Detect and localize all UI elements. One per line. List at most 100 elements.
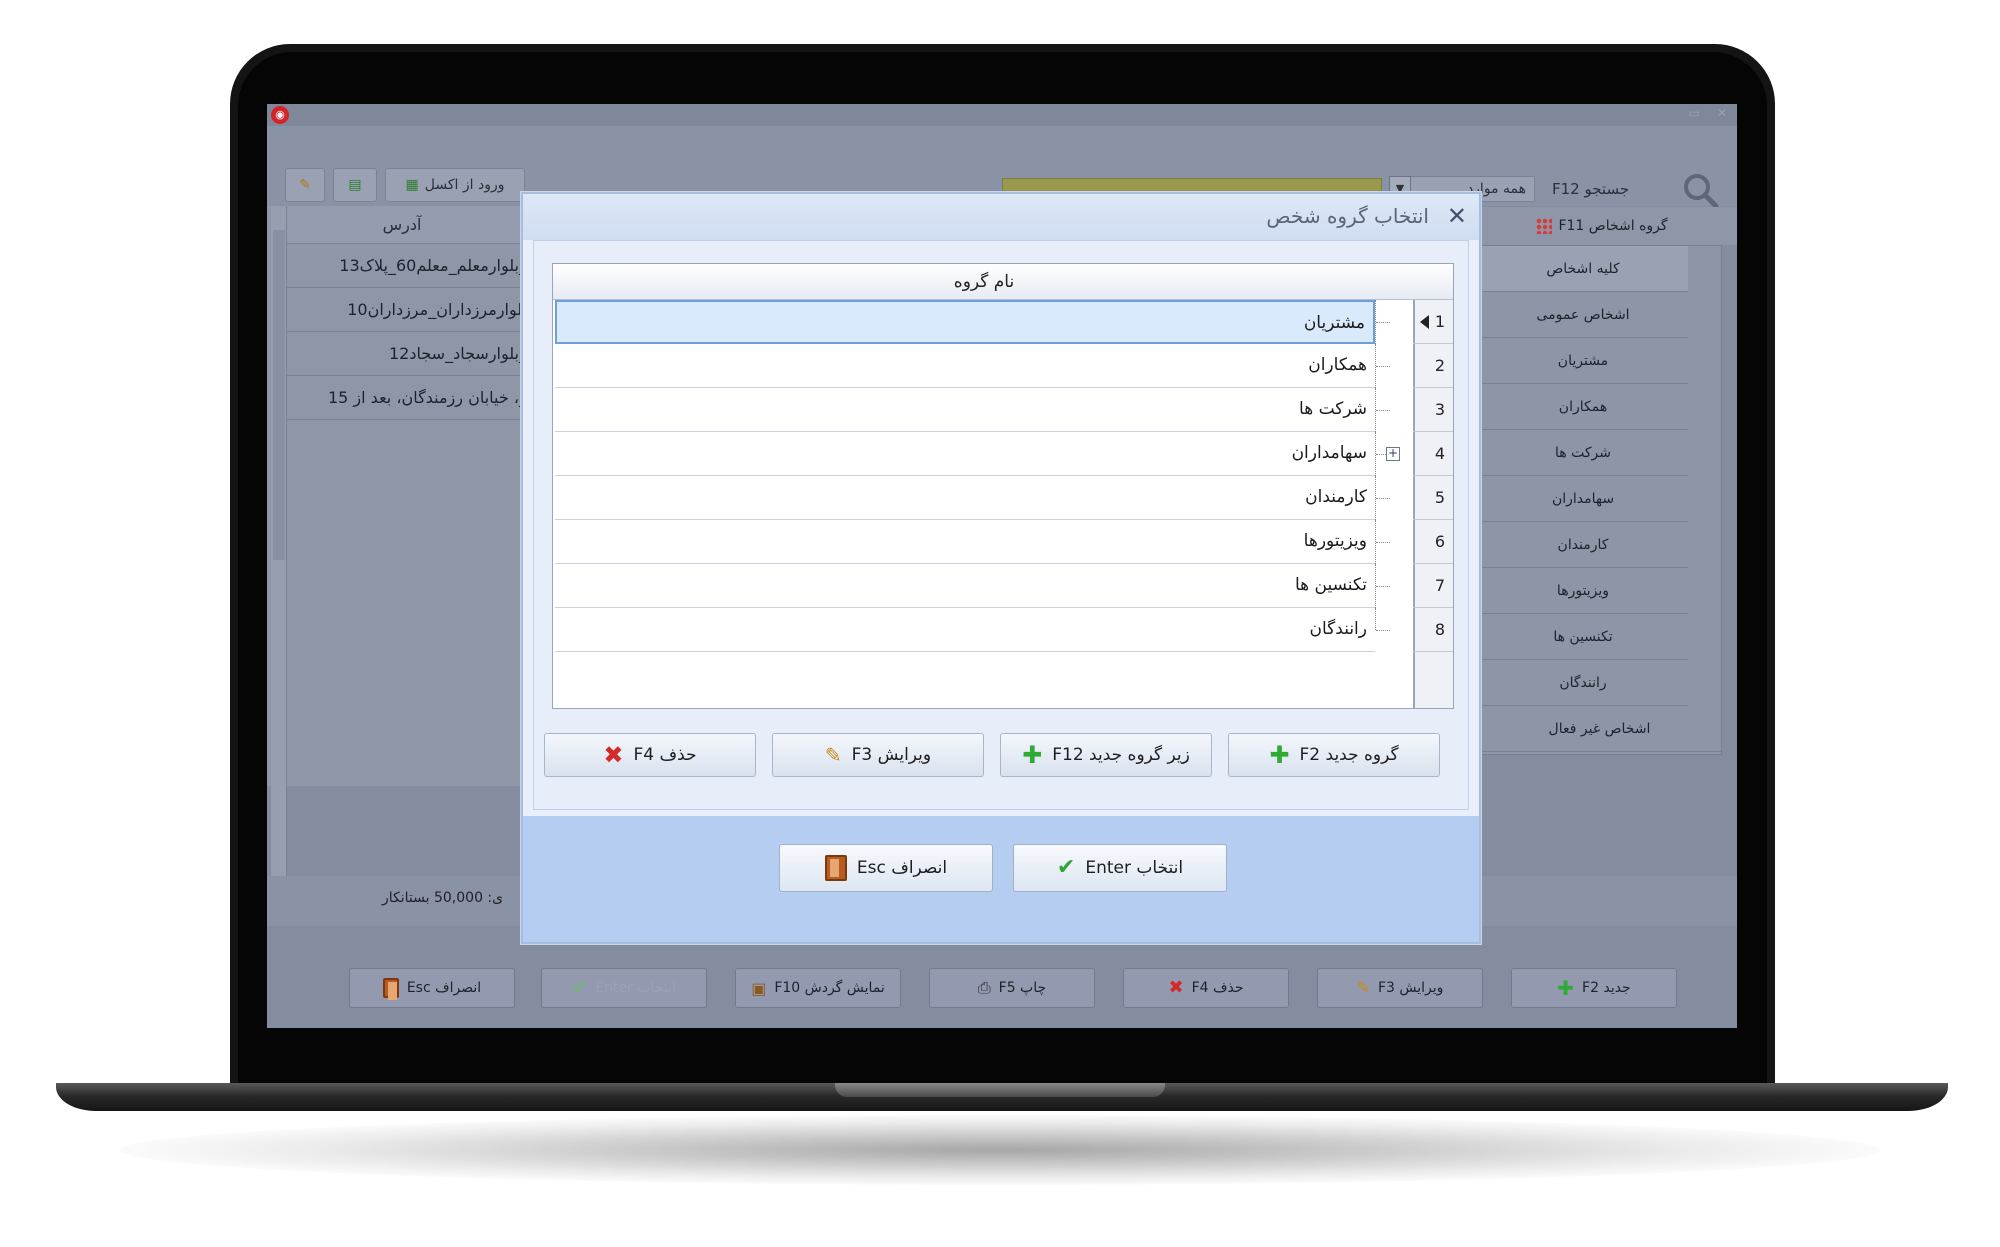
- exit-door-icon: [824, 855, 847, 881]
- tree-row-selected[interactable]: مشتریان: [555, 300, 1375, 344]
- exit-door-icon: [382, 978, 399, 1000]
- group-item[interactable]: سهامداران: [1478, 476, 1688, 522]
- dialog-footer: انتخاب Enter ✔ انصراف Esc: [523, 816, 1479, 942]
- group-item[interactable]: رانندگان: [1478, 660, 1688, 706]
- edit-person-button[interactable]: ویرایش F3 ✎: [1317, 968, 1483, 1008]
- cancel-button[interactable]: انصراف Esc: [349, 968, 515, 1008]
- row-number[interactable]: 3: [1413, 388, 1453, 432]
- dialog-body: نام گروه 1 2 3 4 5 6 7 8 مشتریان همکاران: [533, 240, 1469, 810]
- tools-icon: ✎: [299, 177, 311, 193]
- cancel-dialog-button[interactable]: انصراف Esc: [779, 844, 993, 892]
- select-group-button[interactable]: انتخاب Enter ✔: [1013, 844, 1227, 892]
- address-cell: _، خیابان رزمندگان، بعد از 15: [327, 388, 527, 407]
- turnover-icon: ▣: [751, 978, 767, 998]
- group-item[interactable]: مشتریان: [1478, 338, 1688, 384]
- dots-grid-icon: [1536, 218, 1553, 234]
- tools-button[interactable]: ✎: [285, 168, 325, 202]
- pencil-icon: ✎: [1356, 978, 1370, 997]
- row-number[interactable]: 2: [1413, 344, 1453, 388]
- group-name-column-header[interactable]: نام گروه: [553, 264, 1415, 300]
- close-icon[interactable]: ✕: [1447, 202, 1467, 230]
- edit-group-label: ویرایش F3: [851, 745, 932, 765]
- address-cell: _بلوارسجاد_سجاد12: [388, 344, 527, 363]
- excel-import-button[interactable]: ورود از اکسل ▦: [385, 168, 525, 202]
- edit-group-button[interactable]: ویرایش F3 ✎: [772, 733, 984, 777]
- edit-label: ویرایش F3: [1377, 980, 1444, 996]
- laptop-shadow: [120, 1115, 1880, 1185]
- tree-row[interactable]: تکنسین ها: [555, 564, 1375, 608]
- delete-person-button[interactable]: حذف F4 ✖: [1123, 968, 1289, 1008]
- dialog-title: انتخاب گروه شخص: [1266, 204, 1429, 228]
- new-group-label: گروه جدید F2: [1299, 745, 1399, 765]
- print-label: چاپ F5: [998, 980, 1047, 996]
- row-number[interactable]: 8: [1413, 608, 1453, 652]
- delete-label: حذف F4: [1191, 980, 1244, 996]
- show-turnover-button[interactable]: نمایش گردش F10 ▣: [735, 968, 901, 1008]
- pencil-icon: ✎: [824, 743, 842, 767]
- balance-summary: ی: 50,000 بستانکار: [382, 890, 504, 906]
- tree-connector: [1375, 300, 1395, 344]
- export-icon: ▤: [348, 177, 362, 193]
- new-person-button[interactable]: جدید F2 ✚: [1511, 968, 1677, 1008]
- row-number[interactable]: 6: [1413, 520, 1453, 564]
- row-number[interactable]: 1: [1413, 300, 1453, 344]
- group-item[interactable]: تکنسین ها: [1478, 614, 1688, 660]
- tree-row[interactable]: همکاران: [555, 344, 1375, 388]
- row-indicator-column: 1 2 3 4 5 6 7 8: [1413, 264, 1453, 708]
- row-number[interactable]: 5: [1413, 476, 1453, 520]
- app-logo-icon: ◉: [271, 106, 289, 124]
- select-label: انتخاب Enter: [595, 980, 676, 996]
- plus-icon: ✚: [1022, 741, 1043, 769]
- group-name: مشتریان: [1303, 313, 1365, 333]
- group-item[interactable]: ویزیتورها: [1478, 568, 1688, 614]
- print-button[interactable]: چاپ F5 ⎙: [929, 968, 1095, 1008]
- plus-icon: ✚: [1269, 741, 1290, 769]
- export-button[interactable]: ▤: [333, 168, 377, 202]
- group-item[interactable]: همکاران: [1478, 384, 1688, 430]
- tree-row[interactable]: کارمندان: [555, 476, 1375, 520]
- excel-import-label: ورود از اکسل: [424, 177, 505, 193]
- tree-connector: [1375, 520, 1395, 564]
- tree-row[interactable]: ویزیتورها: [555, 520, 1375, 564]
- tree-row[interactable]: رانندگان: [555, 608, 1375, 652]
- expand-plus-icon[interactable]: +: [1386, 447, 1400, 461]
- group-item[interactable]: شرکت ها: [1478, 430, 1688, 476]
- tree-row[interactable]: سهامداران: [555, 432, 1375, 476]
- delete-x-icon: ✖: [1168, 977, 1184, 998]
- row-number[interactable]: 7: [1413, 564, 1453, 608]
- select-person-group-dialog: انتخاب گروه شخص ✕ نام گروه 1 2 3 4 5 6 7: [521, 192, 1481, 944]
- group-name: رانندگان: [1309, 619, 1367, 639]
- cancel-dialog-label: انصراف Esc: [856, 858, 948, 878]
- tree-row[interactable]: شرکت ها: [555, 388, 1375, 432]
- laptop-notch: [835, 1083, 1165, 1097]
- search-icon[interactable]: [1680, 170, 1720, 210]
- delete-x-icon: ✖: [603, 741, 624, 769]
- maximize-icon[interactable]: ▭: [1685, 106, 1703, 120]
- new-group-button[interactable]: گروه جدید F2 ✚: [1228, 733, 1440, 777]
- search-label: جستجو F12: [1552, 180, 1630, 198]
- new-subgroup-button[interactable]: زیر گروه جدید F12 ✚: [1000, 733, 1212, 777]
- plus-icon: ✚: [1557, 976, 1575, 1000]
- group-name: همکاران: [1308, 355, 1367, 375]
- group-item-inactive[interactable]: اشخاص غیر فعال: [1478, 706, 1721, 752]
- app-window: ◉ ▭ ✕ ✎ ▤ ورود از اکسل ▦ همه موارد ▼ جست…: [267, 104, 1737, 1028]
- address-cell: _بلوارمعلم_معلم60_پلاک13: [339, 256, 527, 275]
- grid-scrollbar[interactable]: [271, 206, 287, 876]
- group-item-all[interactable]: کلیه اشخاص: [1478, 246, 1688, 292]
- current-row-arrow-icon: [1420, 315, 1429, 329]
- laptop-mockup: ◉ ▭ ✕ ✎ ▤ ورود از اکسل ▦ همه موارد ▼ جست…: [0, 0, 2000, 1247]
- check-icon: ✔: [572, 977, 588, 998]
- group-item[interactable]: اشخاص عمومی: [1478, 292, 1688, 338]
- dialog-titlebar: انتخاب گروه شخص ✕: [523, 194, 1479, 240]
- group-name: شرکت ها: [1299, 399, 1367, 419]
- row-number[interactable]: 4: [1413, 432, 1453, 476]
- turnover-label: نمایش گردش F10: [774, 980, 885, 996]
- close-window-icon[interactable]: ✕: [1713, 106, 1731, 120]
- cancel-label: انصراف Esc: [406, 980, 482, 996]
- delete-group-button[interactable]: حذف F4 ✖: [544, 733, 756, 777]
- group-item[interactable]: کارمندان: [1478, 522, 1688, 568]
- tree-connector: [1375, 608, 1395, 631]
- select-button[interactable]: انتخاب Enter ✔: [541, 968, 707, 1008]
- address-column-header[interactable]: آدرس: [287, 206, 517, 244]
- tree-connector: [1375, 388, 1395, 432]
